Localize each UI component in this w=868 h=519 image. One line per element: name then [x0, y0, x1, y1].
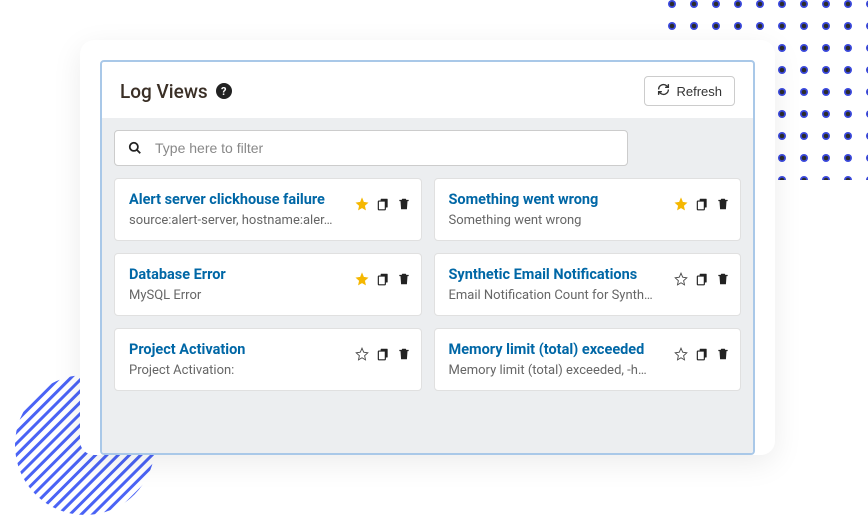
log-view-card[interactable]: Database Error MySQL Error: [114, 253, 422, 316]
copy-icon[interactable]: [376, 197, 390, 211]
copy-icon[interactable]: [376, 272, 390, 286]
card-subtitle: Memory limit (total) exceeded, -ho…: [449, 363, 655, 378]
trash-icon[interactable]: [397, 197, 411, 211]
panel-header: Log Views ? Refresh: [102, 62, 753, 118]
star-icon[interactable]: [674, 347, 688, 361]
trash-icon[interactable]: [716, 272, 730, 286]
log-view-card[interactable]: Alert server clickhouse failure source:al…: [114, 178, 422, 241]
card-subtitle: MySQL Error: [129, 288, 335, 303]
star-icon[interactable]: [674, 272, 688, 286]
title-wrap: Log Views ?: [120, 80, 232, 103]
card-title: Project Activation: [129, 341, 335, 358]
card-actions: [355, 197, 411, 211]
cards-grid: Alert server clickhouse failure source:al…: [114, 178, 741, 391]
log-view-card[interactable]: Memory limit (total) exceeded Memory limi…: [434, 328, 742, 391]
star-icon[interactable]: [355, 347, 369, 361]
log-view-card[interactable]: Something went wrong Something went wrong: [434, 178, 742, 241]
card-subtitle: Something went wrong: [449, 213, 655, 228]
copy-icon[interactable]: [376, 347, 390, 361]
card-subtitle: Email Notification Count for Synth…: [449, 288, 655, 303]
star-icon[interactable]: [674, 197, 688, 211]
log-views-panel: Log Views ? Refresh: [100, 60, 755, 455]
refresh-button[interactable]: Refresh: [644, 76, 735, 106]
card-title: Something went wrong: [449, 191, 655, 208]
card-actions: [674, 197, 730, 211]
copy-icon[interactable]: [695, 347, 709, 361]
copy-icon[interactable]: [695, 197, 709, 211]
card-actions: [355, 347, 411, 361]
card-subtitle: Project Activation:: [129, 363, 335, 378]
log-view-card[interactable]: Project Activation Project Activation:: [114, 328, 422, 391]
trash-icon[interactable]: [716, 197, 730, 211]
star-icon[interactable]: [355, 272, 369, 286]
search-icon: [128, 141, 142, 155]
copy-icon[interactable]: [695, 272, 709, 286]
filter-wrap: [114, 130, 741, 166]
card-title: Synthetic Email Notifications: [449, 266, 655, 283]
refresh-icon: [657, 83, 670, 99]
trash-icon[interactable]: [397, 347, 411, 361]
page-title: Log Views: [120, 80, 208, 103]
refresh-label: Refresh: [676, 84, 722, 99]
card-actions: [355, 272, 411, 286]
trash-icon[interactable]: [716, 347, 730, 361]
app-card: Log Views ? Refresh: [80, 40, 775, 455]
panel-body: Alert server clickhouse failure source:al…: [102, 118, 753, 453]
help-icon[interactable]: ?: [216, 83, 232, 99]
card-title: Alert server clickhouse failure: [129, 191, 335, 208]
card-actions: [674, 272, 730, 286]
filter-input[interactable]: [114, 130, 628, 166]
log-view-card[interactable]: Synthetic Email Notifications Email Notif…: [434, 253, 742, 316]
card-actions: [674, 347, 730, 361]
card-title: Database Error: [129, 266, 335, 283]
star-icon[interactable]: [355, 197, 369, 211]
trash-icon[interactable]: [397, 272, 411, 286]
card-subtitle: source:alert-server, hostname:aler…: [129, 213, 335, 228]
card-title: Memory limit (total) exceeded: [449, 341, 655, 358]
